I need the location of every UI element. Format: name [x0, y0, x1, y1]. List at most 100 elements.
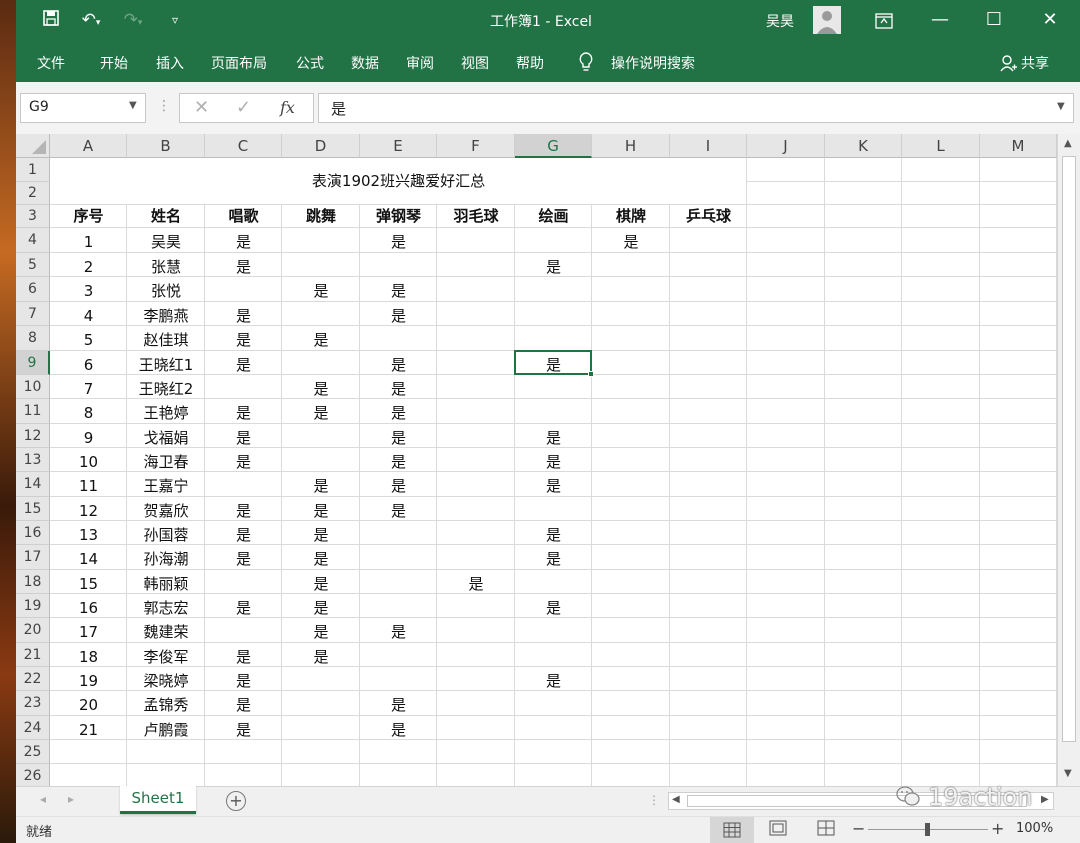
column-label[interactable]: 唱歌	[205, 205, 282, 228]
fill-handle[interactable]	[588, 371, 594, 377]
scroll-down-icon[interactable]: ▼	[1064, 768, 1072, 779]
table-cell[interactable]: 魏建荣	[127, 620, 205, 645]
table-cell[interactable]: 是	[360, 279, 437, 304]
row-header-11[interactable]: 11	[16, 399, 50, 424]
table-cell[interactable]: 20	[50, 693, 127, 718]
table-cell[interactable]: 是	[282, 596, 360, 620]
table-cell[interactable]: 9	[50, 426, 127, 450]
scroll-tabs-left-icon[interactable]: ◂	[40, 792, 46, 806]
table-cell[interactable]: 王嘉宁	[127, 474, 205, 499]
table-cell[interactable]: 是	[360, 693, 437, 718]
table-cell[interactable]: 是	[360, 377, 437, 401]
expand-formula-icon[interactable]: ▼	[1057, 101, 1065, 112]
column-header-F[interactable]: F	[437, 134, 515, 158]
table-cell[interactable]: 是	[282, 620, 360, 645]
table-cell[interactable]: 2	[50, 255, 127, 279]
table-cell[interactable]: 16	[50, 596, 127, 620]
zoom-out-button[interactable]: −	[852, 819, 865, 838]
table-cell[interactable]: 是	[360, 450, 437, 474]
tab-formulas[interactable]: 公式	[296, 53, 324, 73]
ribbon-display-options-icon[interactable]	[858, 0, 910, 42]
table-cell[interactable]: 王晓红1	[127, 353, 205, 377]
column-label[interactable]: 乒乓球	[670, 205, 747, 228]
insert-function-icon[interactable]: fx	[280, 98, 295, 117]
table-cell[interactable]: 18	[50, 645, 127, 669]
maximize-icon[interactable]: ☐	[968, 0, 1020, 42]
avatar[interactable]	[813, 6, 841, 34]
row-header-25[interactable]: 25	[16, 740, 50, 764]
table-cell[interactable]: 郭志宏	[127, 596, 205, 620]
cancel-icon[interactable]: ✕	[194, 97, 209, 118]
table-cell[interactable]: 是	[515, 426, 592, 450]
table-cell[interactable]: 14	[50, 547, 127, 572]
table-cell[interactable]: 是	[205, 645, 282, 669]
table-cell[interactable]: 是	[282, 499, 360, 523]
redo-icon[interactable]: ↷▾	[118, 9, 148, 31]
row-header-24[interactable]: 24	[16, 716, 50, 740]
table-cell[interactable]: 孟锦秀	[127, 693, 205, 718]
table-cell[interactable]: 是	[515, 669, 592, 693]
column-label[interactable]: 羽毛球	[437, 205, 515, 228]
table-cell[interactable]: 王晓红2	[127, 377, 205, 401]
tab-home[interactable]: 开始	[100, 53, 128, 73]
row-header-3[interactable]: 3	[16, 205, 50, 228]
tab-insert[interactable]: 插入	[156, 53, 184, 73]
save-icon[interactable]	[40, 9, 62, 31]
table-cell[interactable]: 是	[282, 279, 360, 304]
table-cell[interactable]: 是	[282, 572, 360, 596]
table-cell[interactable]: 是	[282, 401, 360, 426]
name-box[interactable]: G9 ▼	[20, 93, 146, 123]
scroll-right-icon[interactable]: ▶	[1041, 794, 1049, 805]
row-header-6[interactable]: 6	[16, 277, 50, 302]
column-header-L[interactable]: L	[902, 134, 980, 158]
row-header-12[interactable]: 12	[16, 424, 50, 448]
worksheet-grid[interactable]: A B C D E F G H I J K L M 1 2 3 4 5 6 7 8 9 10 11 12 13 14 15 16 17 18…	[16, 134, 1080, 786]
row-header-9[interactable]: 9	[16, 351, 50, 375]
table-cell[interactable]: 是	[592, 230, 670, 255]
row-header-2[interactable]: 2	[16, 182, 50, 205]
column-label[interactable]: 棋牌	[592, 205, 670, 228]
table-cell[interactable]: 13	[50, 523, 127, 547]
table-cell[interactable]: 贺嘉欣	[127, 499, 205, 523]
row-header-23[interactable]: 23	[16, 691, 50, 716]
table-cell[interactable]: 孙海潮	[127, 547, 205, 572]
row-header-19[interactable]: 19	[16, 594, 50, 618]
column-header-G[interactable]: G	[515, 134, 592, 158]
row-header-26[interactable]: 26	[16, 764, 50, 786]
table-cell[interactable]: 是	[360, 474, 437, 499]
table-cell[interactable]: 是	[205, 304, 282, 328]
undo-icon[interactable]: ↶▾	[76, 9, 106, 31]
table-cell[interactable]: 7	[50, 377, 127, 401]
select-all-corner[interactable]	[16, 134, 50, 158]
tab-help[interactable]: 帮助	[516, 53, 544, 73]
table-cell[interactable]: 李鹏燕	[127, 304, 205, 328]
table-cell[interactable]: 海卫春	[127, 450, 205, 474]
sheet-title[interactable]: 表演1902班兴趣爱好汇总	[50, 158, 747, 205]
row-header-5[interactable]: 5	[16, 253, 50, 277]
row-header-4[interactable]: 4	[16, 228, 50, 253]
column-header-H[interactable]: H	[592, 134, 670, 158]
page-break-preview-icon[interactable]	[811, 820, 841, 840]
table-cell[interactable]: 5	[50, 328, 127, 353]
table-cell[interactable]: 是	[205, 547, 282, 572]
table-cell[interactable]: 10	[50, 450, 127, 474]
zoom-level[interactable]: 100%	[1016, 821, 1053, 836]
close-icon[interactable]: ✕	[1024, 0, 1076, 42]
table-cell[interactable]: 是	[515, 255, 592, 279]
scroll-up-icon[interactable]: ▲	[1064, 138, 1072, 149]
table-cell[interactable]: 赵佳琪	[127, 328, 205, 353]
row-header-21[interactable]: 21	[16, 643, 50, 667]
table-cell[interactable]: 11	[50, 474, 127, 499]
table-cell[interactable]: 是	[360, 304, 437, 328]
share-button[interactable]: 共享	[1021, 53, 1049, 73]
table-cell[interactable]: 是	[205, 596, 282, 620]
tell-me-search[interactable]: 操作说明搜索	[611, 53, 695, 73]
tab-view[interactable]: 视图	[461, 53, 489, 73]
column-header-I[interactable]: I	[670, 134, 747, 158]
tab-data[interactable]: 数据	[351, 53, 379, 73]
table-cell[interactable]: 王艳婷	[127, 401, 205, 426]
table-cell[interactable]: 6	[50, 353, 127, 377]
table-cell[interactable]: 是	[205, 523, 282, 547]
row-header-18[interactable]: 18	[16, 570, 50, 594]
column-header-E[interactable]: E	[360, 134, 437, 158]
